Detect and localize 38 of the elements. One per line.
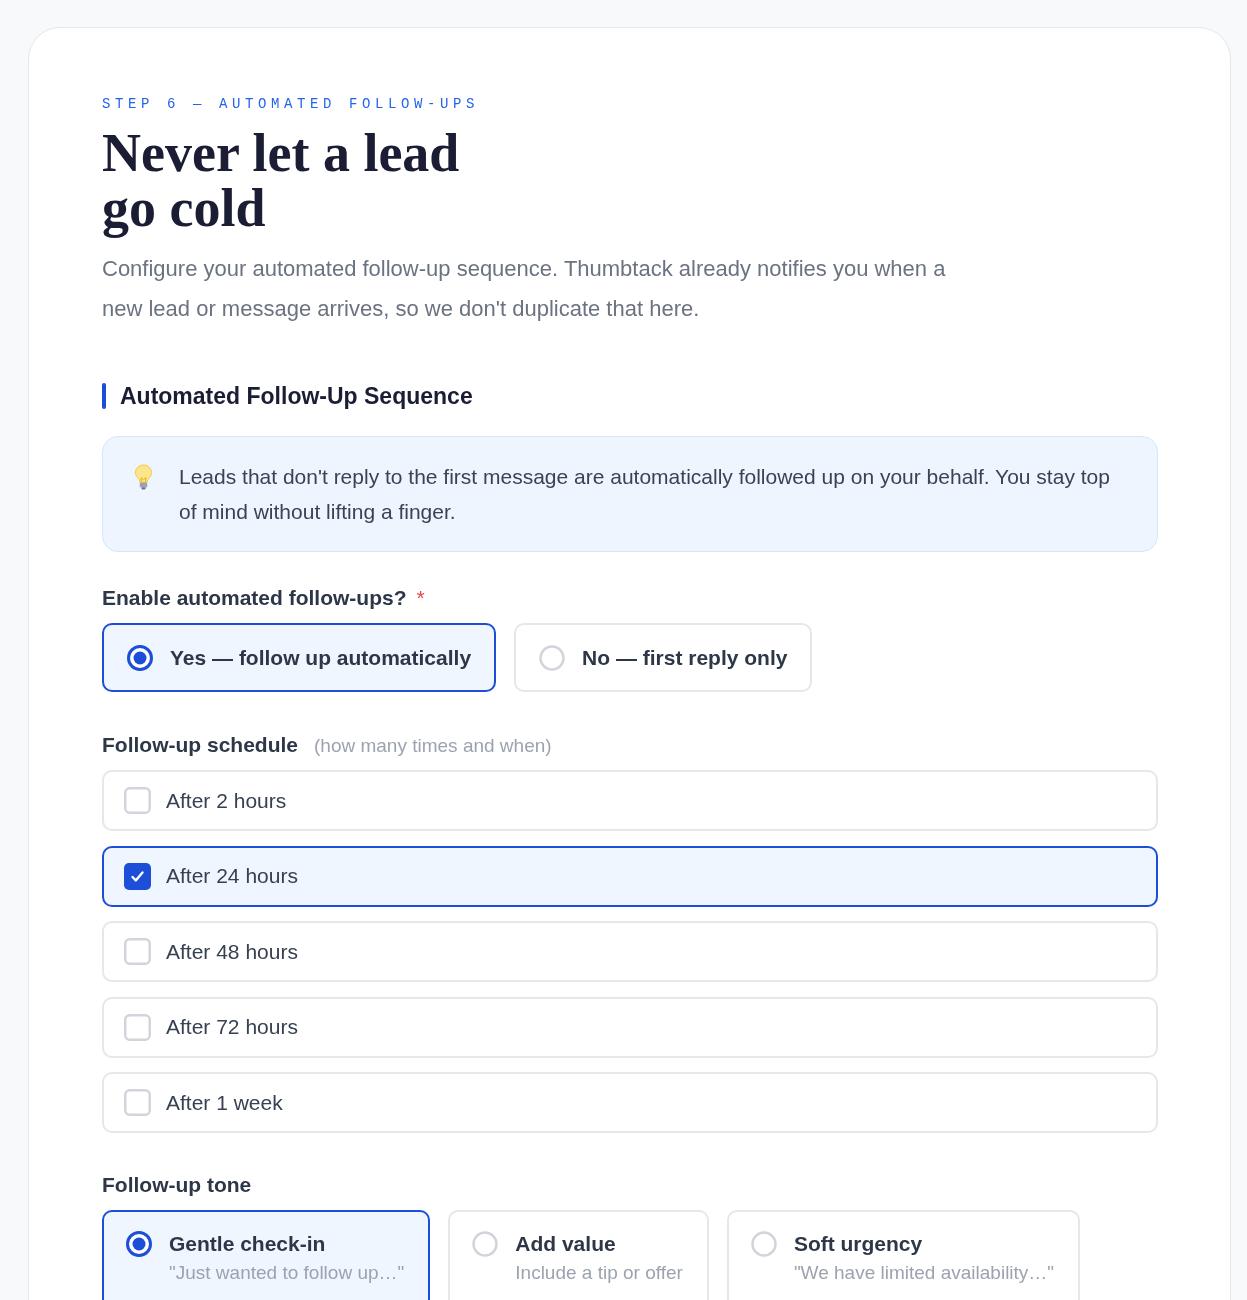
radio-option[interactable]: Yes — follow up automatically <box>102 623 497 692</box>
info-text: Leads that don't reply to the first message are automatically followed up on your behalf. You stay top of mind without lifting a finger. <box>179 464 1111 525</box>
tone-title: Add value <box>515 1231 617 1257</box>
tone-option[interactable]: Soft urgency "We have limited availability…" <box>726 1210 1081 1300</box>
radio-icon <box>539 644 566 671</box>
schedule-option[interactable]: After 72 hours <box>102 996 1158 1058</box>
lightbulb-icon <box>134 464 153 490</box>
tone-title: Soft urgency <box>793 1231 924 1257</box>
radio-icon <box>126 1231 152 1257</box>
field-label: Follow-up schedule <box>102 732 298 758</box>
checkbox[interactable] <box>124 1013 151 1041</box>
tone-description: "Just wanted to follow up…" <box>169 1261 405 1285</box>
schedule-option[interactable]: After 48 hours <box>102 921 1158 982</box>
radio-icon <box>750 1231 777 1257</box>
radio-icon <box>472 1231 499 1257</box>
page-description: Configure your automated follow-up sequence. Thumbtack already notifies you when a new lead or message arrives, so we don't duplicate that here. <box>102 255 947 323</box>
radio-option[interactable]: No — first reply only <box>514 623 813 692</box>
checkbox[interactable] <box>124 862 151 890</box>
required-mark: * <box>416 585 425 612</box>
checkbox[interactable] <box>124 787 151 814</box>
schedule-option[interactable]: After 24 hours <box>102 845 1158 907</box>
tone-option[interactable]: Gentle check-in "Just wanted to follow up…" <box>102 1210 431 1300</box>
step-label: STEP 6 — AUTOMATED FOLLOW-UPS <box>102 96 480 112</box>
tone-option[interactable]: Add value Include a tip or offer <box>448 1210 709 1300</box>
field-label: Enable automated follow-ups? <box>102 585 407 612</box>
section-heading: Automated Follow-Up Sequence <box>120 382 473 411</box>
radio-icon <box>127 644 153 671</box>
schedule-option[interactable]: After 1 week <box>102 1072 1158 1133</box>
page-title: Never let a lead go cold <box>102 126 461 236</box>
section-accent-bar <box>102 383 106 409</box>
checkbox[interactable] <box>124 1089 151 1116</box>
schedule-option[interactable]: After 2 hours <box>102 770 1158 831</box>
tone-description: "We have limited availability…" <box>793 1261 1055 1285</box>
field-label: Follow-up tone <box>102 1172 252 1198</box>
checkbox[interactable] <box>124 938 151 965</box>
tone-description: Include a tip or offer <box>515 1261 683 1285</box>
tone-title: Gentle check-in <box>169 1231 327 1257</box>
field-hint: (how many times and when) <box>314 734 552 758</box>
